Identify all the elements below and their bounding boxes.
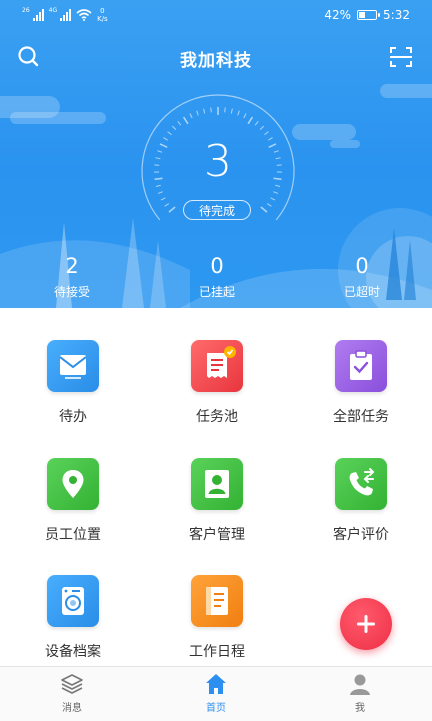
cloud-decoration (380, 84, 432, 98)
phone-transfer-icon (335, 458, 387, 510)
gauge-tick (244, 113, 246, 117)
menu-label: 任务池 (162, 406, 272, 426)
pending-count[interactable]: 3 (139, 136, 297, 187)
battery-icon (357, 10, 377, 20)
gauge-tick (165, 204, 169, 207)
gauge-tick (184, 117, 188, 124)
layers-icon (59, 671, 85, 697)
nav-me[interactable]: 我 (320, 671, 400, 714)
clock: 5:32 (383, 8, 410, 22)
gauge-tick (190, 113, 192, 117)
tile-work-schedule (191, 575, 243, 627)
nav-label: 首页 (206, 703, 226, 714)
signal-icon (60, 9, 71, 21)
status-bar: 26 4G 0 K/s 42% 5:32 (0, 0, 432, 32)
menu-customer-review[interactable]: 客户评价 (306, 458, 416, 544)
notebook-icon (191, 575, 243, 627)
signal-tag: 4G (49, 7, 57, 14)
gauge-tick (267, 204, 271, 207)
cloud-decoration (292, 124, 356, 140)
nav-label: 我 (355, 703, 365, 714)
menu-customer-management[interactable]: 客户管理 (162, 458, 272, 544)
gauge-tick (158, 192, 163, 194)
stat-awaiting-accept[interactable]: 2 待接受 (22, 253, 122, 300)
menu-staff-location[interactable]: 员工位置 (18, 458, 128, 544)
gauge-tick (273, 192, 278, 194)
gauge-tick (225, 107, 226, 112)
menu-label: 工作日程 (162, 641, 272, 661)
gauge-tick (197, 111, 199, 116)
stat-value: 2 (22, 253, 122, 279)
nav-label: 消息 (62, 703, 82, 714)
tile-all-tasks (335, 340, 387, 392)
gauge-tick (231, 109, 232, 114)
cloud-decoration (330, 140, 360, 148)
gauge-tick (260, 126, 264, 130)
gauge-tick (238, 111, 240, 116)
title-bar: 我加科技 (0, 40, 432, 76)
dashboard-header: 26 4G 0 K/s 42% 5:32 我加科技 (0, 0, 432, 308)
gauge-tick (172, 126, 176, 130)
battery-percent: 42% (324, 8, 351, 22)
nav-messages[interactable]: 消息 (32, 671, 112, 714)
gauge-tick (211, 107, 212, 112)
gauge-tick (168, 132, 172, 135)
mail-icon (47, 340, 99, 392)
tile-customer-management (191, 458, 243, 510)
menu-label: 员工位置 (18, 524, 128, 544)
gauge-tick (271, 198, 275, 200)
page-title: 我加科技 (0, 46, 432, 71)
location-pin-icon (47, 458, 99, 510)
nav-home[interactable]: 首页 (176, 671, 256, 714)
bottom-navigation: 消息 首页 我 (0, 666, 432, 721)
stat-suspended[interactable]: 0 已挂起 (167, 253, 267, 300)
network-speed: 0 K/s (97, 7, 108, 23)
pending-label: 待完成 (183, 200, 251, 220)
menu-all-tasks[interactable]: 全部任务 (306, 340, 416, 426)
menu-label: 客户管理 (162, 524, 272, 544)
gauge-tick (261, 207, 267, 212)
menu-label: 全部任务 (306, 406, 416, 426)
gauge-tick (264, 132, 268, 135)
receipt-icon (191, 340, 243, 392)
gauge-tick (169, 207, 175, 212)
cloud-decoration (10, 112, 106, 124)
stat-value: 0 (312, 253, 412, 279)
menu-label: 客户评价 (306, 524, 416, 544)
menu-label: 设备档案 (18, 641, 128, 661)
gauge-tick (248, 117, 252, 124)
signal-tag: 26 (22, 7, 30, 14)
menu-todo[interactable]: 待办 (18, 340, 128, 426)
home-icon (203, 671, 229, 697)
tile-task-pool (191, 340, 243, 392)
stat-label: 已挂起 (167, 283, 267, 300)
signal-icon (33, 9, 44, 21)
stat-value: 0 (167, 253, 267, 279)
user-icon (347, 671, 373, 697)
menu-label: 待办 (18, 406, 128, 426)
tile-todo (47, 340, 99, 392)
menu-task-pool[interactable]: 任务池 (162, 340, 272, 426)
scan-icon[interactable] (386, 42, 416, 72)
add-button[interactable] (340, 598, 392, 650)
menu-equipment-records[interactable]: 设备档案 (18, 575, 128, 661)
washing-machine-icon (47, 575, 99, 627)
person-icon (191, 458, 243, 510)
tile-customer-review (335, 458, 387, 510)
wifi-icon (76, 9, 92, 21)
tile-staff-location (47, 458, 99, 510)
stat-label: 已超时 (312, 283, 412, 300)
gauge-tick (161, 198, 165, 200)
plus-icon (340, 598, 392, 650)
gauge-tick (255, 121, 258, 125)
stat-overdue[interactable]: 0 已超时 (312, 253, 412, 300)
gauge-tick (204, 109, 205, 114)
tile-equipment-records (47, 575, 99, 627)
stat-label: 待接受 (22, 283, 122, 300)
clipboard-check-icon (335, 340, 387, 392)
menu-work-schedule[interactable]: 工作日程 (162, 575, 272, 661)
gauge-tick (178, 121, 181, 125)
